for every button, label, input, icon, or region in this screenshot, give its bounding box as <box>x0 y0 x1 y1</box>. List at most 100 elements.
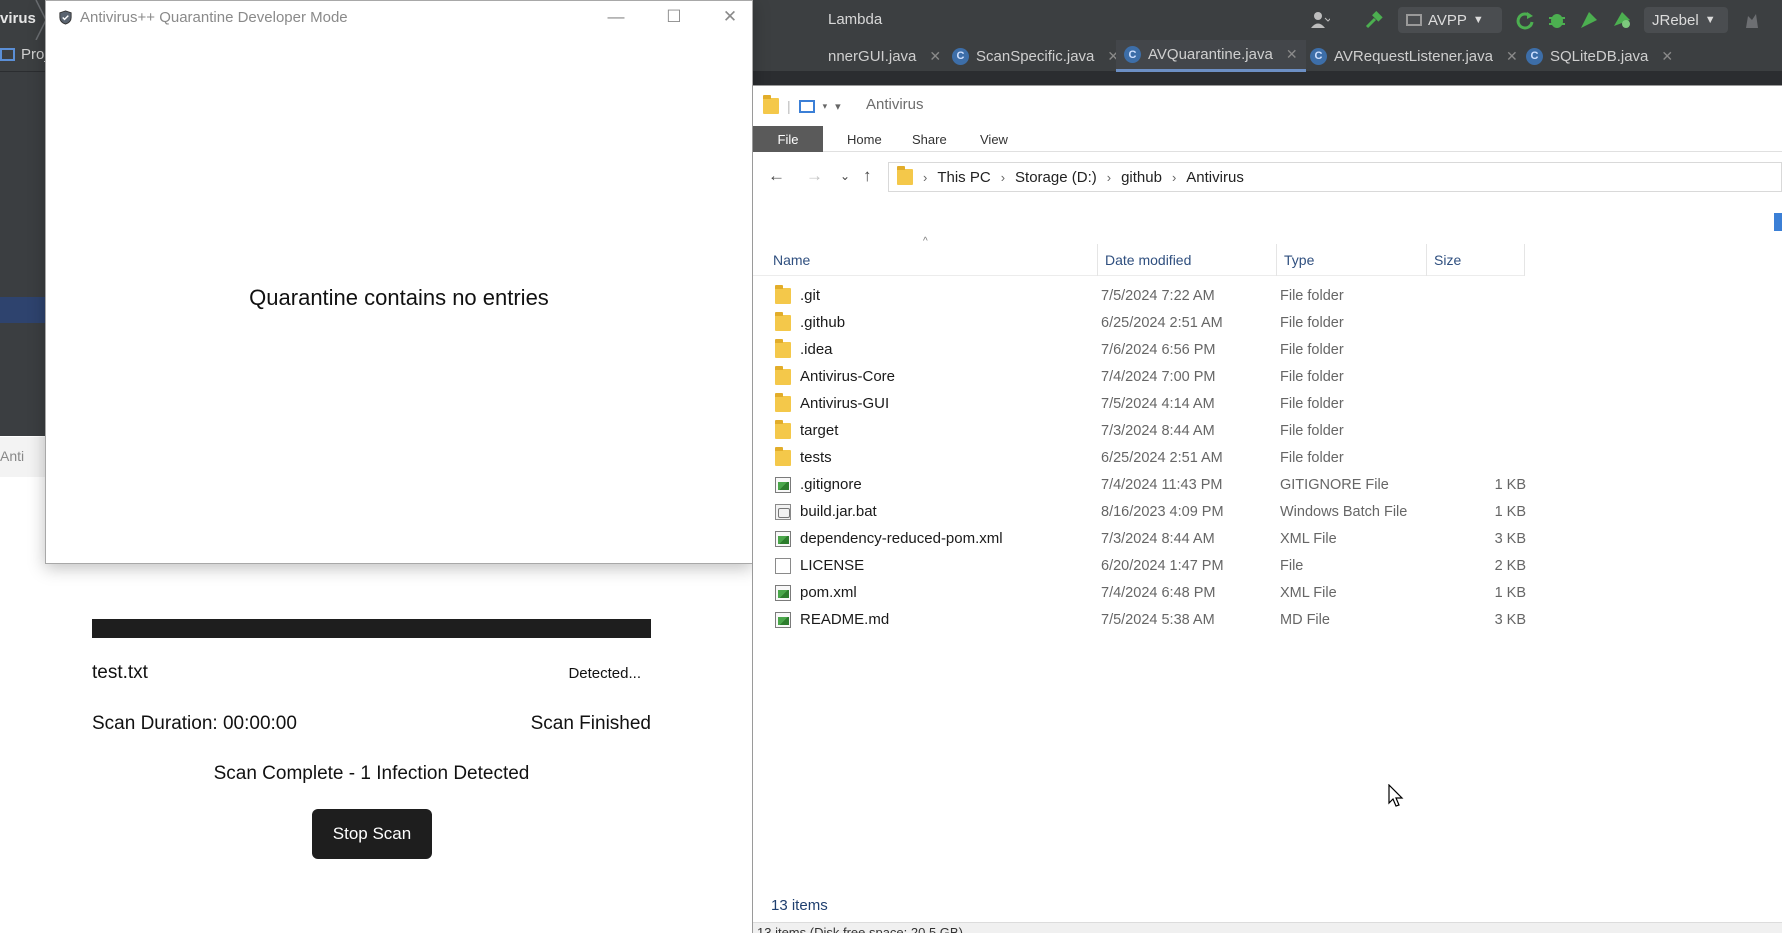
file-size <box>1351 309 1526 336</box>
breadcrumb-item[interactable]: Storage (D:) <box>1015 169 1097 186</box>
editor-tab[interactable]: C AVRequestListener.java ✕ <box>1302 40 1526 72</box>
editor-tab[interactable]: nnerGUI.java ✕ <box>820 40 949 72</box>
file-row[interactable]: LICENSE 6/20/2024 1:47 PM File 2 KB <box>753 552 1526 579</box>
file-date: 6/25/2024 2:51 AM <box>1101 449 1223 466</box>
jrebel-select[interactable]: JRebel ▼ <box>1644 7 1728 33</box>
file-row[interactable]: Antivirus-Core 7/4/2024 7:00 PM File folde… <box>753 363 1525 390</box>
java-class-icon: C <box>1124 46 1141 63</box>
file-type: File folder <box>1280 449 1344 466</box>
ide-project-name[interactable]: virus <box>0 10 36 27</box>
stop-scan-button[interactable]: Stop Scan <box>312 809 432 859</box>
file-row[interactable]: .github 6/25/2024 2:51 AM File folder <box>753 309 1525 336</box>
file-name: .github <box>800 314 846 331</box>
column-type[interactable]: Type <box>1277 244 1427 276</box>
file-name: tests <box>800 449 832 466</box>
breadcrumb-item[interactable]: Antivirus <box>1186 169 1244 186</box>
project-icon <box>0 48 15 61</box>
file-row[interactable]: target 7/3/2024 8:44 AM File folder <box>753 417 1525 444</box>
column-date-modified[interactable]: Date modified <box>1098 244 1277 276</box>
quarantine-titlebar[interactable]: Antivirus++ Quarantine Developer Mode — … <box>46 1 752 33</box>
file-type: File folder <box>1280 314 1344 331</box>
xml-icon <box>775 476 791 493</box>
jrebel-debug-icon[interactable] <box>1612 10 1632 30</box>
customize-toolbar-icon[interactable]: ▾ <box>835 100 841 113</box>
ide-project-selection[interactable] <box>0 297 46 323</box>
close-icon[interactable]: ✕ <box>929 48 941 65</box>
chevron-down-icon[interactable]: ▾ <box>823 101 828 112</box>
rerun-icon[interactable] <box>1515 10 1535 30</box>
breadcrumb-item[interactable]: github <box>1121 169 1162 186</box>
file-name: target <box>800 422 839 439</box>
file-row[interactable]: tests 6/25/2024 2:51 AM File folder <box>753 444 1525 471</box>
chevron-right-icon[interactable]: › <box>1172 170 1176 185</box>
editor-tab[interactable]: C ScanSpecific.java ✕ <box>944 40 1127 72</box>
close-icon[interactable]: ✕ <box>1506 48 1518 65</box>
file-name: .gitignore <box>800 476 862 493</box>
scan-duration: Scan Duration: 00:00:00 <box>92 713 297 734</box>
chevron-right-icon[interactable]: › <box>1001 170 1005 185</box>
file-row[interactable]: dependency-reduced-pom.xml 7/3/2024 8:44 … <box>753 525 1526 552</box>
file-size <box>1351 444 1526 471</box>
debug-bug-icon[interactable] <box>1547 10 1567 30</box>
folder-icon <box>775 338 791 358</box>
file-row[interactable]: .git 7/5/2024 7:22 AM File folder <box>753 282 1525 309</box>
file-row[interactable]: .gitignore 7/4/2024 11:43 PM GITIGNORE Fil… <box>753 471 1526 498</box>
xml-icon <box>775 530 791 547</box>
recent-locations-chevron-icon[interactable]: ⌄ <box>840 169 850 183</box>
editor-tab-active[interactable]: C AVQuarantine.java ✕ <box>1116 40 1306 72</box>
file-row[interactable]: build.jar.bat 8/16/2023 4:09 PM Windows Ba… <box>753 498 1526 525</box>
editor-tab[interactable]: C SQLiteDB.java ✕ <box>1518 40 1681 72</box>
run-config-select[interactable]: AVPP ▼ <box>1398 7 1502 33</box>
project-tool-tab[interactable]: Proj <box>0 46 48 63</box>
separator: | <box>787 98 791 114</box>
close-button[interactable]: ✕ <box>702 1 758 33</box>
user-icon[interactable] <box>1310 10 1330 30</box>
run-config-label: AVPP <box>1428 11 1467 29</box>
address-bar[interactable]: › This PC › Storage (D:) › github › Anti… <box>888 162 1782 192</box>
build-hammer-icon[interactable] <box>1364 10 1384 30</box>
ribbon-tab-view[interactable]: View <box>966 126 1022 152</box>
maximize-button[interactable]: ☐ <box>646 1 702 33</box>
file-icon <box>775 557 791 574</box>
column-size[interactable]: Size <box>1427 244 1525 276</box>
file-date: 7/5/2024 5:38 AM <box>1101 611 1215 628</box>
column-name[interactable]: Name <box>766 244 1098 276</box>
chevron-right-icon[interactable]: › <box>1107 170 1111 185</box>
up-arrow-icon[interactable]: ↑ <box>863 166 872 186</box>
editor-tab-label: SQLiteDB.java <box>1550 47 1649 65</box>
project-tab-label: Proj <box>21 46 48 63</box>
close-icon[interactable]: ✕ <box>1661 48 1673 65</box>
search-box-edge[interactable] <box>1774 213 1782 231</box>
file-row[interactable]: pom.xml 7/4/2024 6:48 PM XML File 1 KB <box>753 579 1526 606</box>
editor-tab-label: ScanSpecific.java <box>976 47 1095 65</box>
file-row[interactable]: Antivirus-GUI 7/5/2024 4:14 AM File folder <box>753 390 1525 417</box>
close-icon[interactable]: ✕ <box>1286 46 1298 63</box>
folder-icon <box>775 446 791 466</box>
stop-hand-icon[interactable] <box>1742 10 1762 30</box>
folder-icon <box>775 419 791 439</box>
file-type: MD File <box>1280 611 1330 628</box>
chevron-down-icon: ▼ <box>1704 14 1716 26</box>
file-row[interactable]: README.md 7/5/2024 5:38 AM MD File 3 KB <box>753 606 1526 633</box>
ribbon-tab-file[interactable]: File <box>753 126 823 152</box>
quarantine-window: Antivirus++ Quarantine Developer Mode — … <box>45 0 753 564</box>
scan-current-file: test.txt <box>92 662 148 683</box>
minimize-button[interactable]: — <box>588 1 644 33</box>
ribbon-tab-home[interactable]: Home <box>833 126 896 152</box>
file-name-cell: target <box>775 417 838 444</box>
jrebel-run-icon[interactable] <box>1579 10 1599 30</box>
file-name-cell: Antivirus-GUI <box>775 390 889 417</box>
ribbon-tab-share[interactable]: Share <box>898 126 961 152</box>
explorer-ribbon: File Home Share View <box>753 126 1782 152</box>
explorer-titlebar[interactable]: | ▾ ▾ Antivirus <box>753 86 1782 126</box>
breadcrumb-item[interactable]: This PC <box>937 169 990 186</box>
forward-arrow-icon[interactable]: → <box>806 166 823 186</box>
chevron-right-icon[interactable]: › <box>923 170 927 185</box>
back-arrow-icon[interactable]: ← <box>768 166 785 186</box>
file-date: 6/25/2024 2:51 AM <box>1101 314 1223 331</box>
xml-icon <box>775 584 791 601</box>
file-row[interactable]: .idea 7/6/2024 6:56 PM File folder <box>753 336 1525 363</box>
file-size <box>1351 363 1526 390</box>
properties-icon[interactable] <box>798 99 815 113</box>
file-type: XML File <box>1280 584 1337 601</box>
